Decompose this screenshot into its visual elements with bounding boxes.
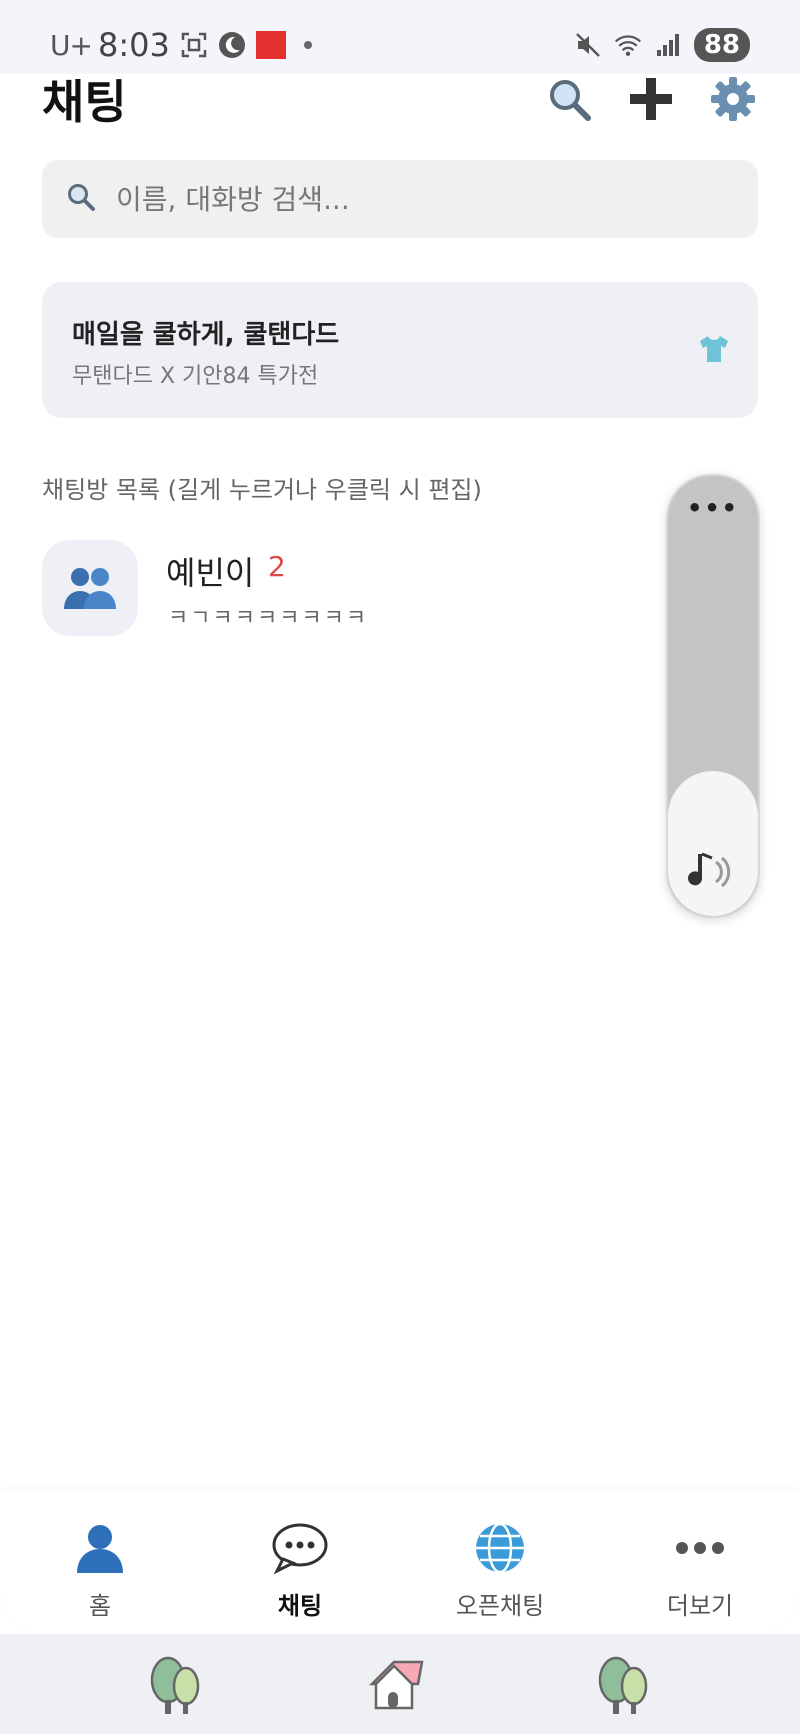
chat-list-item[interactable]: 예빈이 2 ㅋㄱㅋㅋㅋㅋㅋㅋㅋ <box>42 540 662 640</box>
wifi-icon <box>614 31 642 59</box>
clock: 8:03 <box>97 26 170 64</box>
volume-level[interactable] <box>668 770 758 916</box>
gear-icon <box>711 77 755 121</box>
search-bar[interactable] <box>42 160 758 238</box>
group-avatar <box>42 540 138 636</box>
home-icon[interactable] <box>368 1656 428 1716</box>
notification-dot-icon <box>303 41 312 49</box>
nav-more[interactable]: 더보기 <box>610 1518 790 1621</box>
more-dots-icon <box>610 1518 790 1578</box>
member-count: 2 <box>268 550 286 583</box>
bottom-nav: 홈 채팅 오픈채팅 더보기 <box>0 1490 800 1634</box>
magnifier-icon <box>550 80 591 121</box>
more-options-icon[interactable]: ••• <box>668 494 758 522</box>
app-notification-icon <box>255 31 286 59</box>
speech-bubble-icon <box>210 1518 390 1578</box>
battery-indicator: 88 <box>693 28 750 62</box>
nav-home-label: 홈 <box>88 1592 112 1620</box>
carrier-label: U+ <box>50 28 93 62</box>
nav-open-chat-label: 오픈채팅 <box>455 1592 545 1620</box>
people-icon <box>64 568 116 609</box>
banner-subtitle: 무탠다드 X 기안84 특가전 <box>72 364 319 389</box>
tshirt-icon <box>698 334 730 368</box>
status-bar: U+ 8:03 88 <box>0 0 800 74</box>
screenshot-icon <box>180 31 208 59</box>
chat-preview: ㅋㄱㅋㅋㅋㅋㅋㅋㅋ <box>168 606 369 631</box>
add-button[interactable] <box>624 72 678 126</box>
mute-icon <box>574 31 602 59</box>
nav-open-chat[interactable]: 오픈채팅 <box>410 1518 590 1621</box>
search-icon <box>66 182 96 216</box>
volume-slider[interactable]: ••• <box>666 474 760 918</box>
signal-icon <box>654 31 682 59</box>
nav-chat[interactable]: 채팅 <box>210 1518 390 1621</box>
chat-list-label: 채팅방 목록 (길게 누르거나 우클릭 시 편집) <box>42 476 482 504</box>
chat-name: 예빈이 <box>166 554 255 592</box>
tree-icon[interactable] <box>596 1656 652 1720</box>
plus-icon <box>630 78 672 120</box>
promo-banner[interactable]: 매일을 쿨하게, 쿨탠다드 무탠다드 X 기안84 특가전 <box>42 282 758 418</box>
settings-button[interactable] <box>706 72 760 126</box>
music-volume-icon <box>686 850 738 898</box>
person-icon <box>10 1518 190 1578</box>
system-nav-bar <box>0 1634 800 1734</box>
globe-icon <box>410 1518 590 1578</box>
tree-icon[interactable] <box>148 1656 204 1720</box>
search-input[interactable] <box>114 181 698 217</box>
search-button[interactable] <box>542 72 596 126</box>
nav-more-label: 더보기 <box>666 1592 734 1620</box>
page-title: 채팅 <box>42 75 127 129</box>
nav-home[interactable]: 홈 <box>10 1518 190 1621</box>
nav-chat-label: 채팅 <box>277 1592 323 1620</box>
moon-icon <box>218 31 246 59</box>
banner-title: 매일을 쿨하게, 쿨탠다드 <box>72 320 340 350</box>
